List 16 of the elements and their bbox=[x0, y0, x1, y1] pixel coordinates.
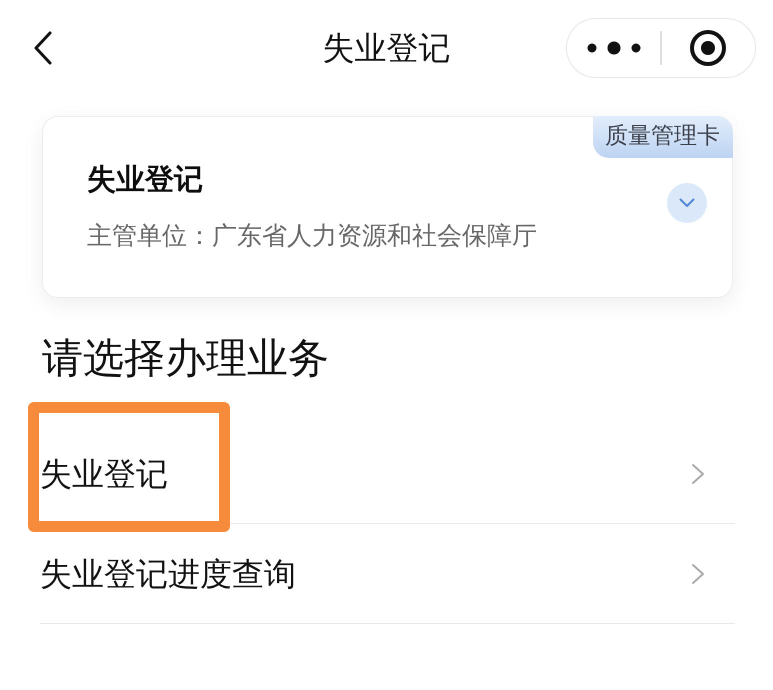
service-label: 失业登记 bbox=[40, 454, 168, 494]
target-circle-icon bbox=[689, 28, 728, 66]
service-label: 失业登记进度查询 bbox=[40, 554, 296, 594]
chevron-right-icon bbox=[691, 562, 705, 584]
chevron-down-icon bbox=[679, 198, 695, 208]
section-heading: 请选择办理业务 bbox=[42, 333, 330, 384]
service-item[interactable]: 失业登记 bbox=[40, 424, 735, 524]
card-title: 失业登记 bbox=[87, 161, 204, 198]
page-title: 失业登记 bbox=[322, 28, 450, 68]
service-item[interactable]: 失业登记进度查询 bbox=[40, 524, 735, 624]
quality-card-badge: 质量管理卡 bbox=[593, 116, 733, 158]
expand-button[interactable] bbox=[667, 183, 707, 223]
more-dots-icon bbox=[586, 40, 641, 54]
back-chevron-icon bbox=[34, 30, 52, 64]
chevron-right-icon bbox=[691, 462, 705, 484]
department-text: 主管单位：广东省人力资源和社会保障厅 bbox=[87, 220, 538, 252]
